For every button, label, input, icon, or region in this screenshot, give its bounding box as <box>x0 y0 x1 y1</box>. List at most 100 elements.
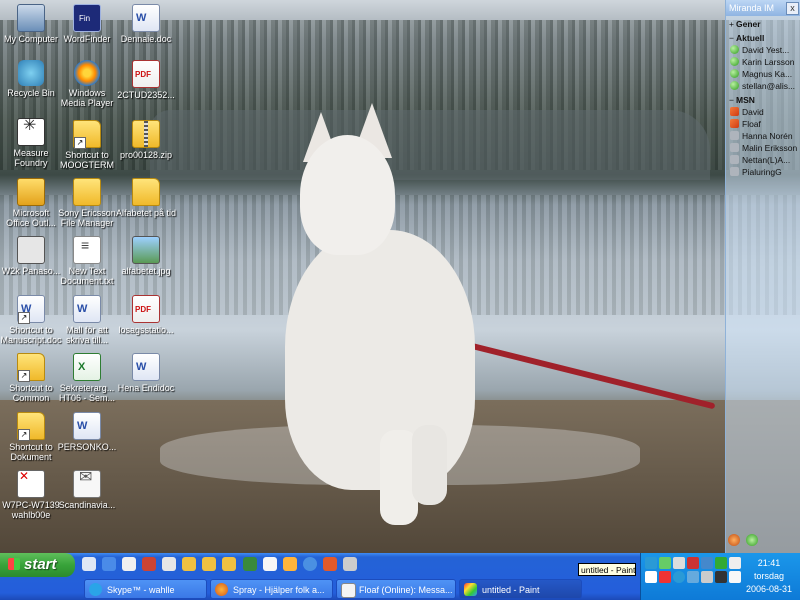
contact-item[interactable]: Floaf <box>726 118 800 130</box>
start-button[interactable]: start <box>0 553 75 577</box>
contact-item[interactable]: David <box>726 106 800 118</box>
desktop-icon-wordfinder[interactable]: WordFinder <box>56 4 118 44</box>
network-icon[interactable] <box>645 557 657 569</box>
desktop-icon-shortcut-dokument[interactable]: Shortcut to Dokument <box>0 412 62 462</box>
desktop-icon-alfabetet-jpg[interactable]: alfabetet.jpg <box>115 236 177 276</box>
folder-icon[interactable] <box>182 557 197 571</box>
desktop-icon-w7pc[interactable]: W7PC-W7139 wahlb00e <box>0 470 62 520</box>
contact-item[interactable]: Magnus Ka... <box>726 68 800 80</box>
desktop[interactable]: My Computer Recycle Bin Measure Foundry … <box>0 0 800 553</box>
desktop-icon-scandinavia[interactable]: Scandinavia... <box>56 470 118 510</box>
desktop-icon-losagsstatio[interactable]: losagsstatio... <box>115 295 177 335</box>
show-desktop-icon[interactable] <box>82 557 96 571</box>
desktop-icon-my-computer[interactable]: My Computer <box>0 4 62 44</box>
taskbar-button-paint[interactable]: untitled - Paint <box>459 579 582 599</box>
tray-icon[interactable] <box>673 571 685 583</box>
tray-icon[interactable] <box>645 571 657 583</box>
offline-status-icon <box>730 131 739 140</box>
contact-item[interactable]: Hanna Norén <box>726 130 800 142</box>
group-gener[interactable]: + Gener <box>726 18 800 30</box>
offline-status-icon <box>730 143 739 152</box>
internet-explorer-icon[interactable] <box>102 557 117 571</box>
desktop-icon-w2k[interactable]: W2k Panaso... <box>0 236 62 276</box>
desktop-icon-2ctud[interactable]: 2CTUD2352... <box>115 60 177 100</box>
clock-day: torsdag <box>753 571 785 581</box>
contact-item[interactable]: PialuringG <box>726 166 800 178</box>
taskbar-button-spray[interactable]: Spray - Hjälper folk a... <box>210 579 333 599</box>
group-aktuell[interactable]: − Aktuell <box>726 32 800 44</box>
media-icon[interactable] <box>302 557 317 571</box>
status-menu-icon[interactable] <box>746 534 759 546</box>
desktop-icon-shortcut-manuscript[interactable]: Shortcut to Manuscript.doc <box>0 295 62 345</box>
acrobat-icon[interactable] <box>142 557 157 571</box>
image-icon <box>132 236 160 264</box>
folder-icon[interactable] <box>222 557 237 571</box>
desktop-icon-windows-media-player[interactable]: Windows Media Player <box>56 60 118 108</box>
group-toggle-icon[interactable]: − <box>729 32 736 44</box>
desktop-icon-dennaie[interactable]: Dennaie.doc <box>115 4 177 44</box>
contact-item[interactable]: stellan@alis... <box>726 80 800 92</box>
outlook-express-icon[interactable] <box>122 557 137 571</box>
tray-icon[interactable] <box>701 557 713 569</box>
desktop-icon-alfabetet-pa-tid[interactable]: Alfabetet på tid <box>115 178 177 218</box>
text-document-icon <box>73 236 101 264</box>
miranda-menu-icon[interactable] <box>728 534 740 546</box>
ati-icon[interactable] <box>659 571 671 583</box>
desktop-icon-label: Sekreterarg... HT06 - Sem... <box>58 383 115 403</box>
group-msn[interactable]: − MSN <box>726 94 800 106</box>
tray-icon[interactable] <box>715 571 727 583</box>
application-icon[interactable] <box>242 557 257 571</box>
offline-status-icon <box>730 155 739 164</box>
contact-item[interactable]: David Yest... <box>726 44 800 56</box>
desktop-icon-label: New Text Document.txt <box>60 266 114 286</box>
desktop-icon-pro00128[interactable]: pro00128.zip <box>115 120 177 160</box>
envelope-icon <box>73 470 101 498</box>
clock[interactable]: 21:41 torsdag 2006-08-31 <box>743 557 795 596</box>
tray-icon[interactable] <box>673 557 685 569</box>
word-document-icon <box>73 295 101 323</box>
firefox-icon[interactable] <box>322 557 337 571</box>
desktop-icon-label: alfabetet.jpg <box>121 266 171 276</box>
word-document-icon <box>73 412 101 440</box>
tray-icon[interactable] <box>687 557 699 569</box>
firefox-icon[interactable] <box>282 557 297 571</box>
quick-launch-overflow-icon[interactable] <box>342 557 357 571</box>
taskbar-button-label: Skype™ - wahlle <box>107 585 175 595</box>
document-icon[interactable] <box>162 557 177 571</box>
desktop-icon-sony-ericsson[interactable]: Sony Ericsson File Manager <box>56 178 118 228</box>
desktop-icon-shortcut-common[interactable]: Shortcut to Common <box>0 353 62 403</box>
desktop-icon-recycle-bin[interactable]: Recycle Bin <box>0 60 62 98</box>
taskbar-button-floaf-message[interactable]: Floaf (Online): Messa... <box>336 579 456 599</box>
folder-icon[interactable] <box>202 557 217 571</box>
desktop-icon-hena-endidoc[interactable]: Hena Endidoc <box>115 353 177 393</box>
miranda-tray-icon[interactable] <box>659 557 671 569</box>
tray-icon[interactable] <box>715 557 727 569</box>
volume-icon[interactable] <box>729 571 741 583</box>
wordpad-icon[interactable] <box>262 557 277 571</box>
group-toggle-icon[interactable]: − <box>729 94 736 106</box>
miranda-close-button[interactable]: x <box>786 2 799 15</box>
group-toggle-icon[interactable]: + <box>729 18 736 30</box>
taskbar-button-label: Spray - Hjälper folk a... <box>233 585 325 595</box>
pdf-icon <box>132 60 160 88</box>
desktop-icon-sekreterarg[interactable]: Sekreterarg... HT06 - Sem... <box>56 353 118 403</box>
contact-item[interactable]: Nettan(L)A... <box>726 154 800 166</box>
desktop-icon-personko[interactable]: PERSONKO... <box>56 412 118 452</box>
paint-icon <box>464 583 477 596</box>
desktop-icon-mall[interactable]: Mall för att skriva till... <box>56 295 118 345</box>
contact-item[interactable]: Malin Eriksson <box>726 142 800 154</box>
media-player-icon <box>74 60 100 86</box>
miranda-title-bar[interactable]: Miranda IM x <box>726 0 800 16</box>
tray-icon[interactable] <box>729 557 741 569</box>
tray-icon[interactable] <box>687 571 699 583</box>
miranda-contact-list[interactable]: Miranda IM x + Gener − Aktuell David Yest.… <box>725 0 800 553</box>
desktop-icon-outlook[interactable]: Microsoft Office Outl... <box>0 178 62 228</box>
firefox-icon <box>215 583 228 596</box>
contact-item[interactable]: Karin Larsson <box>726 56 800 68</box>
taskbar-button-skype[interactable]: Skype™ - wahlle <box>84 579 207 599</box>
tray-icon[interactable] <box>701 571 713 583</box>
desktop-icon-new-text-document[interactable]: New Text Document.txt <box>56 236 118 286</box>
contact-name: David <box>742 107 764 117</box>
desktop-icon-shortcut-moogterm[interactable]: Shortcut to MOOGTERM <box>56 120 118 170</box>
desktop-icon-measure-foundry[interactable]: Measure Foundry <box>0 118 62 168</box>
